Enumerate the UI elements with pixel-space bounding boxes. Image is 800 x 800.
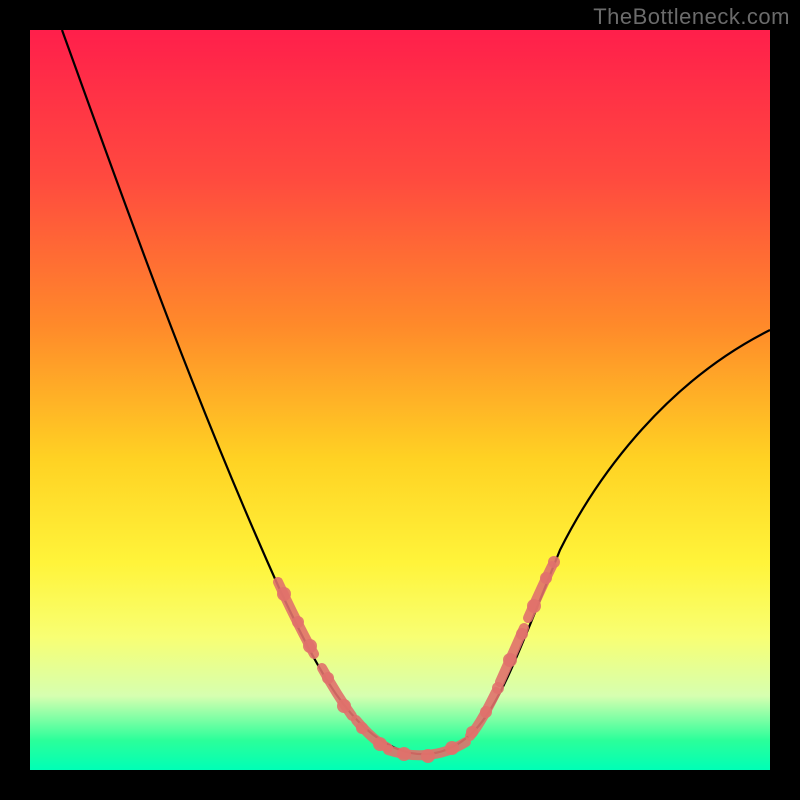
chart-frame: TheBottleneck.com xyxy=(0,0,800,800)
highlight-dot xyxy=(322,672,334,684)
highlight-dot xyxy=(421,749,435,763)
highlight-dot xyxy=(516,628,528,640)
plot-area xyxy=(30,30,770,770)
watermark-text: TheBottleneck.com xyxy=(593,4,790,30)
highlight-dot xyxy=(303,639,317,653)
highlight-dot xyxy=(292,616,304,628)
highlight-dot xyxy=(492,682,504,694)
highlight-dot xyxy=(445,741,459,755)
highlight-dot xyxy=(503,653,517,667)
highlight-dot xyxy=(548,556,560,568)
curve-svg xyxy=(30,30,770,770)
highlight-dot xyxy=(277,587,291,601)
highlight-dot xyxy=(466,726,478,738)
highlight-dot xyxy=(373,737,387,751)
bottleneck-curve xyxy=(62,30,770,754)
highlight-dot xyxy=(397,747,411,761)
highlight-dot xyxy=(540,572,552,584)
highlight-dot xyxy=(480,706,492,718)
highlight-dot xyxy=(356,722,368,734)
highlight-dot xyxy=(337,699,351,713)
highlight-dot xyxy=(527,599,541,613)
